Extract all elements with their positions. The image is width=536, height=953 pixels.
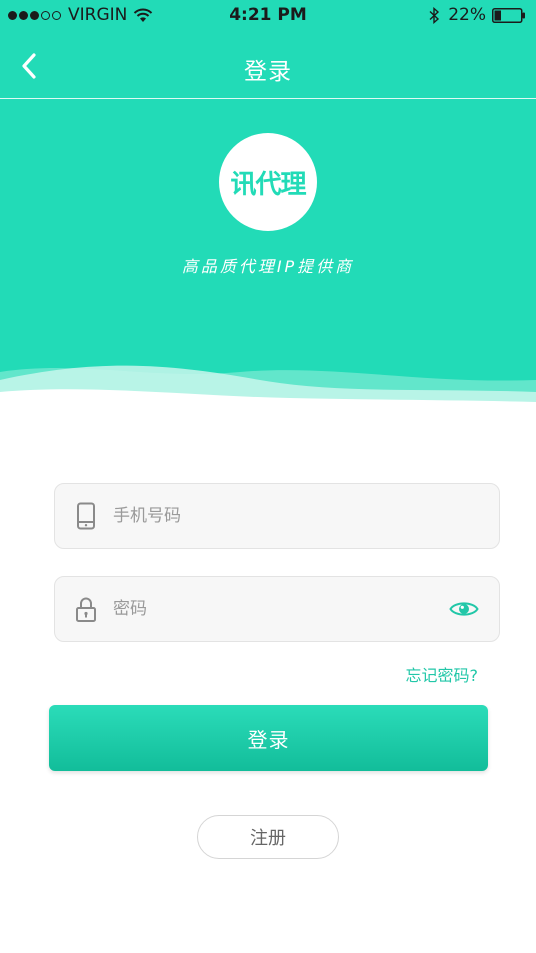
status-right: 22% (428, 5, 526, 25)
lock-icon (76, 597, 96, 622)
battery-percent: 22% (448, 5, 486, 25)
wave-decoration (0, 365, 536, 410)
status-bar: VIRGIN 4:21 PM 22% (0, 0, 536, 32)
eye-icon[interactable] (449, 597, 479, 621)
phone-input[interactable] (113, 484, 443, 548)
page-title: 登录 (244, 59, 292, 85)
bluetooth-icon (429, 6, 440, 24)
slogan: 高品质代理IP提供商 (181, 257, 355, 276)
navigation-bar: 登录 (0, 32, 536, 99)
logo-text: 讯代理 (230, 169, 306, 200)
phone-icon (77, 502, 95, 530)
phone-field (54, 483, 500, 549)
app-logo: 讯代理 (219, 133, 317, 231)
password-input[interactable] (113, 577, 443, 641)
battery-icon (492, 7, 525, 23)
forgot-password-link[interactable]: 忘记密码? (406, 662, 479, 686)
login-button[interactable]: 登录 (49, 705, 488, 771)
register-button[interactable]: 注册 (197, 815, 339, 859)
password-field (54, 576, 500, 642)
hero-header: VIRGIN 4:21 PM 22% 登录 讯代理 高品质代理IP提供商 (0, 0, 536, 410)
